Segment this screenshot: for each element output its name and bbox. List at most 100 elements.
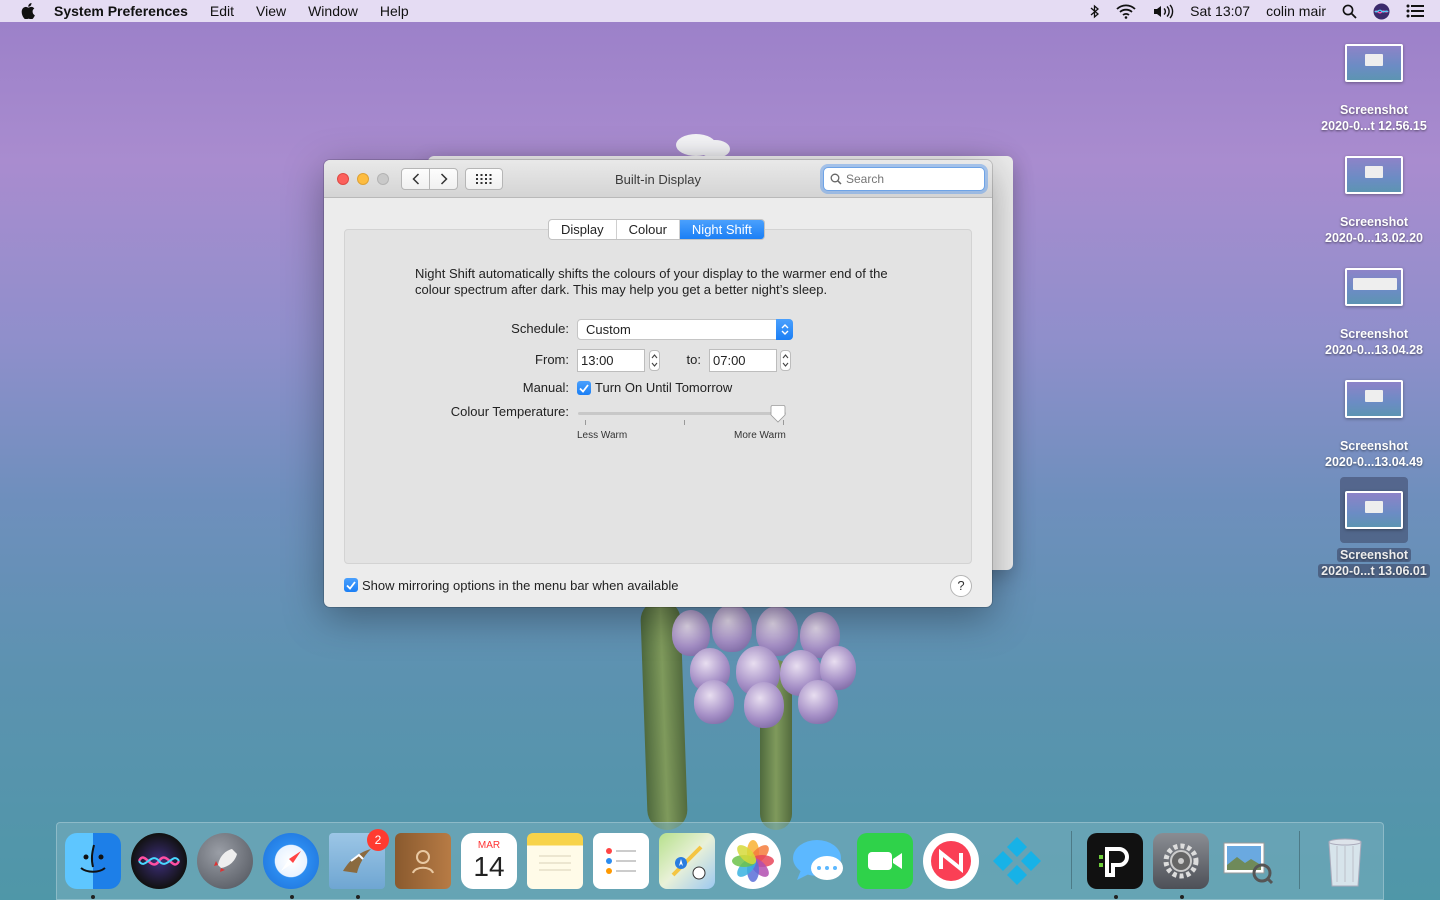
photos-icon[interactable] (725, 833, 781, 889)
screenshot-thumbnail-icon (1345, 491, 1403, 529)
messages-icon[interactable] (791, 833, 847, 889)
desktop-screenshot-3[interactable]: Screenshot 2020-0...13.04.28 (1309, 268, 1439, 358)
desktop-screenshot-2[interactable]: Screenshot 2020-0...13.02.20 (1309, 156, 1439, 246)
wifi-icon[interactable] (1116, 4, 1136, 19)
calendar-icon[interactable]: MAR 14 (461, 833, 517, 889)
desktop-icon-label: 2020-0...13.04.49 (1325, 455, 1423, 469)
menu-help[interactable]: Help (380, 3, 409, 19)
siri-menu-icon[interactable] (1373, 3, 1390, 20)
slider-tick (684, 420, 685, 425)
notification-center-icon[interactable] (1406, 4, 1424, 18)
mirroring-checkbox-label[interactable]: Show mirroring options in the menu bar w… (362, 578, 679, 593)
screenshot-thumbnail-icon (1345, 380, 1403, 418)
menu-bar: System Preferences Edit View Window Help… (0, 0, 1440, 22)
menu-edit[interactable]: Edit (210, 3, 234, 19)
safari-icon[interactable] (263, 833, 319, 889)
menu-app-name[interactable]: System Preferences (54, 3, 188, 19)
schedule-label: Schedule: (511, 321, 569, 336)
maps-icon[interactable] (659, 833, 715, 889)
trash-icon[interactable] (1317, 833, 1373, 889)
title-bar[interactable]: Built-in Display (324, 160, 992, 198)
manual-checkbox-label[interactable]: Turn On Until Tomorrow (595, 380, 732, 395)
mail-badge: 2 (367, 829, 389, 851)
menu-view[interactable]: View (256, 3, 286, 19)
desktop-icon-label: Screenshot (1339, 327, 1409, 341)
running-indicator (91, 895, 95, 899)
screenshot-thumbnail-icon (1345, 156, 1403, 194)
schedule-select[interactable]: Custom (577, 319, 793, 340)
desktop-icon-label: Screenshot (1339, 103, 1409, 117)
siri-icon[interactable] (131, 833, 187, 889)
desktop-screenshot-5[interactable]: Screenshot 2020-0...t 13.06.01 (1309, 477, 1439, 579)
checkmark-icon (346, 580, 356, 590)
news-icon[interactable] (923, 833, 979, 889)
desktop-icon-label: 2020-0...t 13.06.01 (1318, 564, 1430, 578)
manual-label: Manual: (522, 380, 569, 395)
schedule-value: Custom (586, 322, 631, 337)
built-in-display-window: Built-in Display Display Colour Night Sh… (324, 160, 992, 607)
tab-colour[interactable]: Colour (617, 220, 680, 239)
desktop-icon-label: Screenshot (1336, 548, 1412, 562)
desktop-screenshot-4[interactable]: Screenshot 2020-0...13.04.49 (1309, 380, 1439, 470)
screenshot-thumbnail-icon (1345, 268, 1403, 306)
to-label: to: (686, 352, 701, 367)
preview-icon[interactable] (1219, 833, 1275, 889)
desktop-icon-label: 2020-0...13.04.28 (1325, 343, 1423, 357)
desktop-screenshot-1[interactable]: Screenshot 2020-0...t 12.56.15 (1309, 44, 1439, 134)
colour-temperature-label: Colour Temperature: (450, 404, 569, 419)
facetime-icon[interactable] (857, 833, 913, 889)
running-indicator (1180, 895, 1184, 899)
spotlight-search-icon[interactable] (1342, 4, 1357, 19)
launchpad-icon[interactable] (197, 833, 253, 889)
running-indicator (356, 895, 360, 899)
selection-highlight (1340, 477, 1408, 543)
colour-temperature-slider-thumb[interactable] (770, 405, 786, 423)
updown-arrows-icon (776, 319, 793, 340)
desktop-icon-label: Screenshot (1339, 439, 1409, 453)
to-time-field[interactable]: 07:00 (709, 349, 777, 372)
dock-separator (1071, 831, 1072, 889)
tab-night-shift[interactable]: Night Shift (679, 220, 764, 239)
from-time-field[interactable]: 13:00 (577, 349, 645, 372)
contacts-icon[interactable] (395, 833, 451, 889)
mirroring-checkbox[interactable] (344, 578, 358, 592)
finder-icon[interactable] (65, 833, 121, 889)
stepper-arrows-icon (782, 354, 789, 367)
desktop-icon-label: Screenshot (1339, 215, 1409, 229)
running-indicator (1114, 895, 1118, 899)
running-indicator (290, 895, 294, 899)
desktop-icon-label: 2020-0...13.02.20 (1325, 231, 1423, 245)
tab-display[interactable]: Display (549, 220, 617, 239)
slider-tick (585, 420, 586, 425)
colour-temperature-slider[interactable] (578, 412, 786, 415)
search-icon (830, 173, 842, 185)
from-label: From: (535, 352, 569, 367)
mail-icon[interactable]: 2 (329, 829, 389, 889)
user-name[interactable]: colin mair (1266, 3, 1326, 19)
help-button[interactable]: ? (950, 575, 972, 597)
volume-icon[interactable] (1152, 4, 1174, 19)
dock-separator (1299, 831, 1300, 889)
reminders-icon[interactable] (593, 833, 649, 889)
search-field[interactable] (823, 167, 985, 191)
stepper-arrows-icon (651, 354, 658, 367)
clock[interactable]: Sat 13:07 (1190, 3, 1250, 19)
kodi-icon[interactable] (989, 833, 1045, 889)
ipvanish-icon[interactable] (1087, 833, 1143, 889)
tab-bar: Display Colour Night Shift (548, 219, 765, 240)
menu-window[interactable]: Window (308, 3, 358, 19)
dock: 2 MAR 14 (56, 822, 1384, 900)
to-time-stepper[interactable] (780, 350, 791, 371)
apple-menu-icon[interactable] (18, 3, 38, 19)
search-input[interactable] (846, 172, 976, 186)
system-preferences-icon[interactable] (1153, 833, 1209, 889)
manual-checkbox[interactable] (577, 381, 591, 395)
more-warm-label: More Warm (734, 430, 786, 441)
bluetooth-icon[interactable] (1090, 4, 1100, 19)
from-time-stepper[interactable] (649, 350, 660, 371)
less-warm-label: Less Warm (577, 430, 628, 441)
checkmark-icon (579, 383, 589, 393)
notes-icon[interactable] (527, 833, 583, 889)
screenshot-thumbnail-icon (1345, 44, 1403, 82)
night-shift-panel: Night Shift automatically shifts the col… (344, 229, 972, 564)
